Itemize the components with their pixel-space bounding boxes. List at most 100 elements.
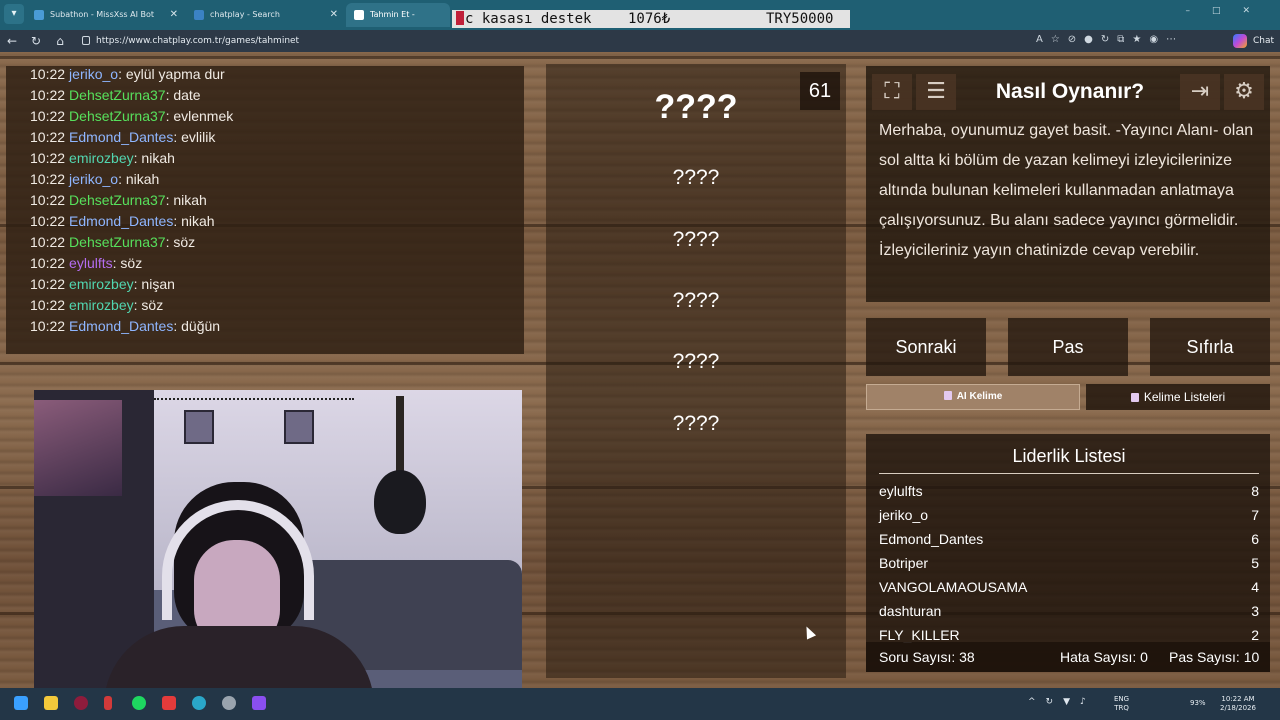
word-lists-button[interactable]: Kelime Listeleri — [1086, 384, 1270, 410]
language-code: ENG — [1114, 695, 1130, 703]
system-tray-icons[interactable]: ^↻▼♪ — [1028, 697, 1096, 707]
chat-time: 10:22 — [30, 66, 66, 82]
player-name: jeriko_o — [879, 507, 929, 523]
copilot-chat-button[interactable]: Chat — [1232, 32, 1274, 50]
chat-time: 10:22 — [30, 318, 66, 334]
word-lists-label: Kelime Listeleri — [1143, 390, 1226, 404]
taskbar-clock[interactable]: 10:22 AM 2/18/2026 — [1216, 695, 1260, 713]
url-text: https://www.chatplay.com.tr/games/tahmin… — [96, 36, 300, 46]
keyboard-layout: TRQ — [1114, 704, 1129, 712]
copilot-icon — [1232, 34, 1247, 48]
chat-text: : eylül yapma dur — [118, 66, 225, 82]
chat-time: 10:22 — [30, 255, 66, 271]
chat-username: jeriko_o — [69, 66, 119, 82]
chat-time: 10:22 — [30, 192, 66, 208]
clock-time: 10:22 AM — [1221, 695, 1255, 703]
app-red-icon[interactable] — [104, 696, 112, 710]
leaderboard-title: Liderlik Listesi — [879, 446, 1259, 474]
spotify-icon[interactable] — [132, 696, 146, 710]
error-count: Hata Sayısı: 0 — [1060, 649, 1148, 665]
notes-icon[interactable]: ☰ — [916, 74, 956, 110]
ai-word-button[interactable]: AI Kelime — [866, 384, 1080, 410]
tab-chatplay-search[interactable]: chatplay - Search ✕ — [186, 3, 344, 27]
forbidden-word: ???? — [672, 350, 720, 373]
chat-text: : nikah — [133, 150, 175, 166]
language-indicator[interactable]: ENG TRQ — [1114, 695, 1129, 713]
home-icon[interactable]: ⌂ — [52, 33, 68, 49]
forbidden-word: ???? — [672, 412, 720, 435]
leaderboard-row: VANGOLAMAOUSAMA 4 — [879, 576, 1259, 598]
chat-username: Edmond_Dantes — [69, 318, 174, 334]
tab-tahmin-et[interactable]: Tahmin Et - ChatPlay — [346, 3, 450, 43]
pass-count: Pas Sayısı: 10 — [1169, 649, 1260, 665]
player-name: FLY_KILLER — [879, 627, 960, 643]
robot-icon — [943, 391, 952, 400]
url-field[interactable]: https://www.chatplay.com.tr/games/tahmin… — [78, 31, 1038, 51]
leaderboard-row: Edmond_Dantes 6 — [879, 528, 1259, 550]
chat-time: 10:22 — [30, 276, 66, 292]
chat-message: 10:22 Edmond_Dantes: düğün — [30, 318, 220, 334]
leaderboard-panel: Liderlik Listesi eylulfts 8 jeriko_o 7 E… — [866, 434, 1270, 672]
back-arrow-icon[interactable]: ← — [4, 33, 20, 49]
player-name: dashturan — [879, 603, 942, 619]
edge-browser-icon[interactable] — [192, 696, 206, 710]
battery-level[interactable]: 93% — [1190, 699, 1206, 707]
forbidden-word: ???? — [672, 228, 720, 251]
chat-message: 10:22 Edmond_Dantes: nikah — [30, 213, 215, 229]
player-name: eylulfts — [879, 483, 923, 499]
reset-button[interactable]: Sıfırla — [1150, 318, 1270, 376]
fullscreen-icon[interactable]: ⛶ — [872, 74, 912, 110]
player-score: 6 — [1251, 531, 1259, 547]
chat-username: emirozbey — [69, 297, 134, 313]
player-score: 3 — [1251, 603, 1259, 619]
chat-username: emirozbey — [69, 276, 134, 292]
cam-guitar — [374, 470, 426, 534]
leaderboard-row: jeriko_o 7 — [879, 504, 1259, 526]
wood-plank-divider — [0, 56, 1280, 59]
windows-taskbar: ^↻▼♪ ENG TRQ 93% 10:22 AM 2/18/2026 — [0, 688, 1280, 720]
chat-username: DehsetZurna37 — [69, 108, 166, 124]
donation-overlay-banner: c kasası destek 1076₺ TRY50000 — [452, 10, 850, 28]
close-tab-icon[interactable]: ✕ — [170, 3, 178, 27]
chat-time: 10:22 — [30, 213, 66, 229]
tab-actions-menu-button[interactable]: ▾ — [4, 4, 24, 24]
chat-username: eylulfts — [69, 255, 113, 271]
chat-username: DehsetZurna37 — [69, 234, 166, 250]
logout-icon[interactable]: ⇥ — [1180, 74, 1220, 110]
obs-icon[interactable] — [222, 696, 236, 710]
player-name: VANGOLAMAOUSAMA — [879, 579, 1028, 595]
tab-label: chatplay - Search — [210, 10, 280, 19]
banner-amount: 1076₺ — [628, 11, 671, 27]
pass-button[interactable]: Pas — [1008, 318, 1128, 376]
chat-text: : nikah — [173, 213, 215, 229]
file-explorer-icon[interactable] — [44, 696, 58, 710]
banner-goal-label: c kasası destek — [465, 11, 592, 27]
chat-time: 10:22 — [30, 234, 66, 250]
chat-message: 10:22 emirozbey: nişan — [30, 276, 175, 292]
extension-icons[interactable]: A☆⊘●↻⧉★◉⋯ — [1036, 34, 1184, 45]
chat-text: : nikah — [118, 171, 160, 187]
chat-text: : date — [165, 87, 201, 103]
next-button[interactable]: Sonraki — [866, 318, 986, 376]
close-tab-icon[interactable]: ✕ — [330, 3, 338, 27]
chat-time: 10:22 — [30, 108, 66, 124]
cam-garland — [154, 398, 354, 401]
tab-subathon[interactable]: Subathon - MissXss AI Bot System ✕ — [26, 3, 184, 43]
twitch-icon[interactable] — [252, 696, 266, 710]
clock-date: 2/18/2026 — [1220, 704, 1256, 712]
window-controls[interactable]: –□✕ — [1185, 6, 1272, 16]
start-windows-icon[interactable] — [14, 696, 28, 710]
chat-username: Edmond_Dantes — [69, 213, 174, 229]
cam-poster — [34, 400, 122, 496]
chat-log[interactable]: 10:22 jeriko_o: eylül yapma dur 10:22 Dehs… — [6, 66, 524, 354]
opera-icon[interactable] — [74, 696, 88, 710]
player-score: 4 — [1251, 579, 1259, 595]
chat-message: 10:22 emirozbey: nikah — [30, 150, 175, 166]
youtube-icon[interactable] — [162, 696, 176, 710]
chat-message: 10:22 jeriko_o: nikah — [30, 171, 159, 187]
chat-username: DehsetZurna37 — [69, 192, 166, 208]
settings-gear-icon[interactable]: ⚙ — [1224, 74, 1264, 110]
player-name: Edmond_Dantes — [879, 531, 984, 547]
refresh-icon[interactable]: ↻ — [28, 33, 44, 49]
banner-cursor-icon — [456, 11, 464, 25]
